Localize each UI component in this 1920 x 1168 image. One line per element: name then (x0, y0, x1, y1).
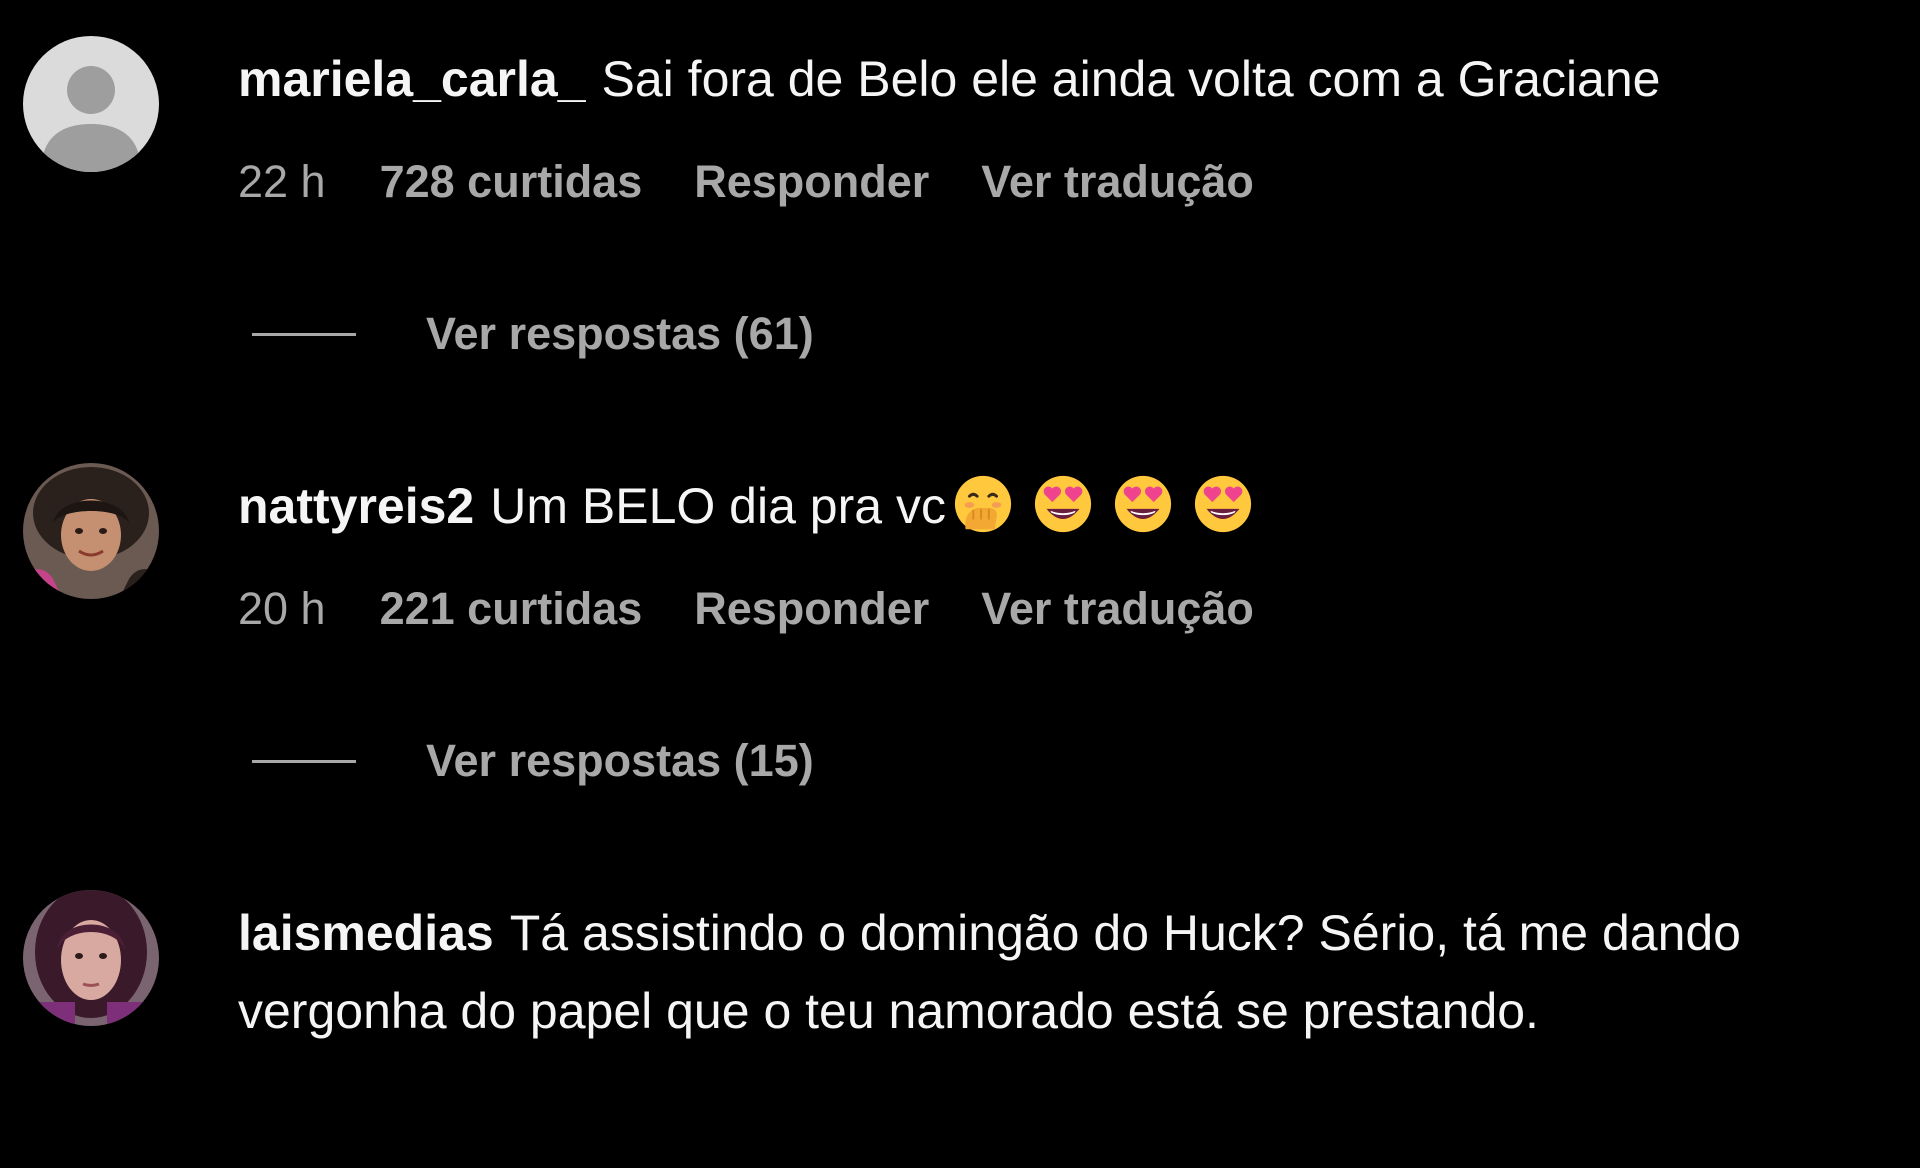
comment-username[interactable]: nattyreis2 (238, 478, 474, 534)
reply-button[interactable]: Responder (694, 156, 929, 208)
view-replies-label: Ver respostas (15) (426, 735, 814, 786)
translate-button[interactable]: Ver tradução (981, 156, 1254, 208)
comment-body: laismedias Tá assistindo o domingão do Hu… (238, 894, 1880, 1050)
comment-meta: 20 h 221 curtidas Responder Ver tradução (238, 579, 1880, 639)
comment-likes[interactable]: 221 curtidas (380, 583, 643, 635)
comment-username[interactable]: laismedias (238, 905, 494, 961)
view-replies-button[interactable]: Ver respostas (61) (252, 304, 814, 364)
comment-meta: 22 h 728 curtidas Responder Ver tradução (238, 152, 1880, 212)
avatar[interactable] (23, 890, 159, 1026)
translate-button[interactable]: Ver tradução (981, 583, 1254, 635)
heart-eyes-emoji-icon (1032, 473, 1094, 535)
comment-text: Um BELO dia pra vc (490, 478, 946, 534)
comment-body: nattyreis2 Um BELO dia pra vc 20 h 221 c… (238, 467, 1880, 639)
comment-body: mariela_carla_ Sai fora de Belo ele ainda… (238, 40, 1880, 212)
emoji-group (952, 473, 1254, 535)
heart-eyes-emoji-icon (1192, 473, 1254, 535)
view-replies-button[interactable]: Ver respostas (15) (252, 731, 814, 791)
avatar[interactable] (23, 463, 159, 599)
comment-likes[interactable]: 728 curtidas (380, 156, 643, 208)
avatar[interactable] (23, 36, 159, 172)
comment-time: 20 h (238, 583, 326, 634)
user-photo-icon (23, 890, 159, 1026)
default-avatar-icon (23, 36, 159, 172)
view-replies-label: Ver respostas (61) (426, 308, 814, 359)
replies-divider-line (252, 759, 356, 763)
user-photo-icon (23, 463, 159, 599)
comment-time: 22 h (238, 156, 326, 207)
comment-text-line: mariela_carla_ Sai fora de Belo ele ainda… (238, 40, 1880, 118)
comment-text: Sai fora de Belo ele ainda volta com a G… (601, 51, 1661, 107)
replies-divider-line (252, 332, 356, 336)
reply-button[interactable]: Responder (694, 583, 929, 635)
comment-username[interactable]: mariela_carla_ (238, 51, 586, 107)
hand-over-mouth-emoji-icon (952, 473, 1014, 535)
heart-eyes-emoji-icon (1112, 473, 1174, 535)
comment-text-line: nattyreis2 Um BELO dia pra vc (238, 467, 1880, 545)
comment-text-line: laismedias Tá assistindo o domingão do Hu… (238, 894, 1880, 1050)
